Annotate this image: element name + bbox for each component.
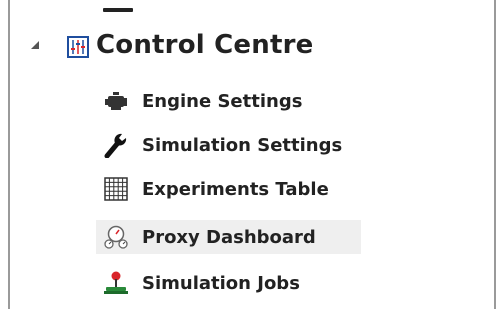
equalizer-icon (67, 36, 89, 58)
tree-item-proxy-dashboard[interactable]: Proxy Dashboard (96, 220, 361, 254)
navigation-tree-panel: Control Centre Engine Settings Simulatio… (0, 0, 504, 309)
panel-left-border (8, 0, 10, 309)
tree-item-engine-settings[interactable]: Engine Settings (96, 84, 302, 118)
joystick-icon (102, 269, 130, 297)
tree-item-simulation-settings[interactable]: Simulation Settings (96, 128, 342, 162)
tree-item-simulation-jobs[interactable]: Simulation Jobs (96, 266, 300, 300)
tree-item-label: Experiments Table (142, 178, 329, 200)
tree-item-label: Simulation Jobs (142, 272, 300, 294)
panel-right-border (494, 0, 496, 309)
gauges-icon (102, 223, 130, 251)
tree-item-label: Proxy Dashboard (142, 226, 316, 248)
tree-root-label[interactable]: Control Centre (96, 30, 313, 60)
expand-collapse-arrow-icon[interactable] (30, 40, 40, 50)
tree-item-label: Engine Settings (142, 90, 303, 112)
previous-item-stub (103, 8, 133, 12)
wrench-icon (102, 131, 130, 159)
grid-table-icon (102, 175, 130, 203)
tree-item-label: Simulation Settings (142, 134, 343, 156)
tree-item-experiments-table[interactable]: Experiments Table (96, 172, 329, 206)
engine-icon (102, 87, 130, 115)
